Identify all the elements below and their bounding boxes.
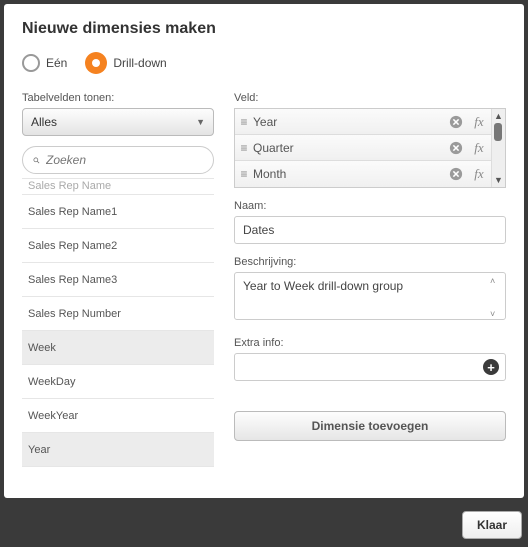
list-item[interactable]: Sales Rep Name	[22, 179, 214, 195]
list-item[interactable]: WeekYear	[22, 399, 214, 433]
radio-single[interactable]: Eén	[22, 54, 67, 72]
veld-row[interactable]: ≡ Quarter fx	[235, 135, 491, 161]
spinner-down-icon[interactable]: ˅	[490, 309, 502, 319]
list-item[interactable]: Sales Rep Number	[22, 297, 214, 331]
select-value: Alles	[31, 115, 57, 129]
clear-icon[interactable]	[445, 115, 467, 129]
fx-icon[interactable]: fx	[467, 166, 491, 182]
drag-handle-icon[interactable]: ≡	[235, 141, 249, 155]
tablefields-label: Tabelvelden tonen:	[22, 92, 214, 104]
scroll-down-icon[interactable]: ▼	[494, 175, 503, 185]
veld-name: Year	[249, 115, 445, 129]
list-item[interactable]: Week	[22, 331, 214, 365]
list-item[interactable]: WeekDay	[22, 365, 214, 399]
fx-icon[interactable]: fx	[467, 114, 491, 130]
list-item[interactable]: Sales Rep Name3	[22, 263, 214, 297]
naam-input[interactable]	[234, 216, 506, 244]
add-icon[interactable]: +	[483, 359, 499, 375]
scroll-up-icon[interactable]: ▲	[494, 111, 503, 121]
fx-icon[interactable]: fx	[467, 140, 491, 156]
clear-icon[interactable]	[445, 141, 467, 155]
dialog: Nieuwe dimensies maken Eén Drill-down Ta…	[4, 4, 524, 498]
extra-label: Extra info:	[234, 337, 506, 349]
veld-row[interactable]: ≡ Year fx	[235, 109, 491, 135]
extra-info-field[interactable]: +	[234, 353, 506, 381]
list-item[interactable]: Year	[22, 433, 214, 467]
tablefields-select[interactable]: Alles ▼	[22, 108, 214, 136]
dimension-type-radio-group: Eén Drill-down	[22, 52, 506, 74]
clear-icon[interactable]	[445, 167, 467, 181]
veld-label: Veld:	[234, 92, 506, 104]
dialog-footer: Klaar	[462, 511, 522, 539]
radio-drilldown[interactable]: Drill-down	[85, 52, 166, 74]
veld-name: Quarter	[249, 141, 445, 155]
drag-handle-icon[interactable]: ≡	[235, 115, 249, 129]
chevron-down-icon: ▼	[196, 117, 205, 127]
dialog-title: Nieuwe dimensies maken	[22, 20, 506, 38]
veld-scrollbar[interactable]: ▲ ▼	[491, 109, 505, 187]
list-item[interactable]: Sales Rep Name1	[22, 195, 214, 229]
radio-drilldown-label: Drill-down	[113, 56, 166, 70]
veld-name: Month	[249, 167, 445, 181]
radio-single-label: Eén	[46, 56, 67, 70]
scroll-thumb[interactable]	[494, 123, 502, 141]
radio-checked-icon	[85, 52, 107, 74]
drag-handle-icon[interactable]: ≡	[235, 167, 249, 181]
search-icon	[33, 154, 40, 167]
field-list: Sales Rep Name Sales Rep Name1 Sales Rep…	[22, 178, 214, 488]
textarea-spinner: ˄ ˅	[490, 276, 502, 319]
search-input[interactable]	[46, 153, 203, 167]
veld-box: ≡ Year fx ≡ Quarter fx ≡ Month fx	[234, 108, 506, 188]
spinner-up-icon[interactable]: ˄	[490, 276, 502, 286]
radio-unchecked-icon	[22, 54, 40, 72]
veld-row[interactable]: ≡ Month fx	[235, 161, 491, 187]
done-button[interactable]: Klaar	[462, 511, 522, 539]
list-item[interactable]: Sales Rep Name2	[22, 229, 214, 263]
add-dimension-button[interactable]: Dimensie toevoegen	[234, 411, 506, 441]
beschrijving-label: Beschrijving:	[234, 256, 506, 268]
beschrijving-input[interactable]	[234, 272, 506, 320]
search-input-wrap[interactable]	[22, 146, 214, 174]
naam-label: Naam:	[234, 200, 506, 212]
